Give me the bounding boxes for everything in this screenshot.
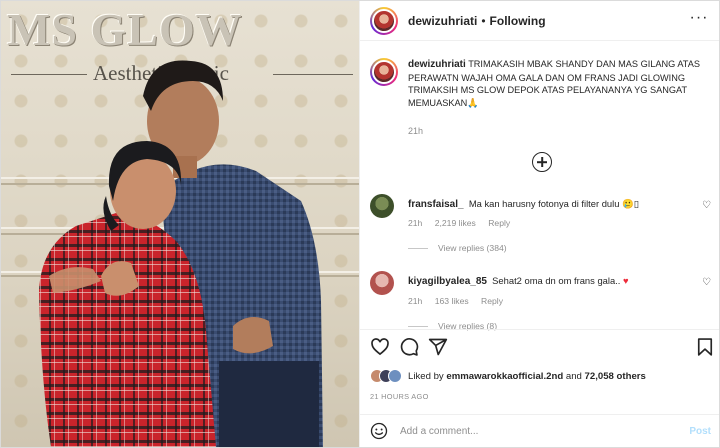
post-photo[interactable]: MS GLOW Aesthetic Clinic bbox=[1, 1, 359, 447]
photo-people-illustration bbox=[39, 60, 323, 447]
comment-meta: 21h 163 likes Reply bbox=[408, 296, 513, 306]
comment-time[interactable]: 21h bbox=[408, 218, 422, 228]
liked-by-user[interactable]: emmawarokkaofficial.2nd bbox=[446, 371, 563, 382]
post-comment-button[interactable]: Post bbox=[689, 426, 711, 437]
author-avatar[interactable] bbox=[370, 6, 398, 35]
post-timestamp[interactable]: 21 HOURS AGO bbox=[370, 392, 429, 401]
comment-like-heart-icon[interactable]: ♡ bbox=[702, 277, 711, 288]
author-username[interactable]: dewizuhriati bbox=[408, 14, 477, 28]
comment-item: fransfaisal_ Ma kan harusny fotonya di f… bbox=[370, 194, 715, 258]
post-header: dewizuhriati • Following ··· bbox=[360, 1, 719, 41]
speech-bubble-icon[interactable] bbox=[399, 337, 419, 357]
comment-text-line: fransfaisal_ Ma kan harusny fotonya di f… bbox=[408, 198, 639, 210]
liker-avatar bbox=[388, 369, 402, 383]
likes-others[interactable]: 72,058 others bbox=[585, 371, 646, 382]
comment-emoji: ♥ bbox=[622, 275, 629, 286]
following-button[interactable]: Following bbox=[490, 14, 546, 28]
comment-emoji: 🥲 bbox=[622, 198, 634, 209]
commenter-avatar[interactable] bbox=[370, 271, 394, 295]
paper-plane-icon[interactable] bbox=[428, 337, 448, 357]
comment-text-line: kiyagilbyalea_85 Sehat2 oma dn om frans … bbox=[408, 275, 629, 287]
instagram-post: MS GLOW Aesthetic Clinic bbox=[0, 0, 720, 448]
caption-username[interactable]: dewizuhriati bbox=[408, 59, 466, 70]
comment-unknown-glyph: ▯ bbox=[633, 198, 639, 209]
add-comment-input[interactable]: Add a comment... bbox=[400, 426, 689, 437]
caption-time[interactable]: 21h bbox=[408, 126, 423, 136]
view-replies-button[interactable]: View replies (384) bbox=[408, 243, 507, 253]
comment-reply-button[interactable]: Reply bbox=[488, 218, 510, 228]
caption-body: dewizuhriati TRIMAKASIH MBAK SHANDY DAN … bbox=[408, 58, 715, 109]
bookmark-icon[interactable] bbox=[696, 337, 714, 357]
post-caption: dewizuhriati TRIMAKASIH MBAK SHANDY DAN … bbox=[370, 58, 715, 109]
caption-author-avatar[interactable] bbox=[370, 58, 398, 86]
post-details-panel: dewizuhriati • Following ··· dewizuhriat… bbox=[359, 1, 719, 447]
comment-time[interactable]: 21h bbox=[408, 296, 422, 306]
comment-meta: 21h 2,219 likes Reply bbox=[408, 218, 520, 228]
likes-text: Liked by emmawarokkaofficial.2nd and 72,… bbox=[408, 371, 646, 382]
likes-prefix: Liked by bbox=[408, 370, 447, 382]
header-separator: • bbox=[481, 13, 486, 28]
heart-outline-icon[interactable] bbox=[370, 337, 390, 357]
plus-circle-icon[interactable] bbox=[532, 152, 552, 172]
commenter-username[interactable]: fransfaisal_ bbox=[408, 199, 464, 210]
likes-summary: Liked by emmawarokkaofficial.2nd and 72,… bbox=[370, 369, 646, 383]
more-options-icon[interactable]: ··· bbox=[689, 10, 709, 26]
commenter-username[interactable]: kiyagilbyalea_85 bbox=[408, 276, 487, 287]
comment-reply-button[interactable]: Reply bbox=[481, 296, 503, 306]
comment-likes[interactable]: 163 likes bbox=[435, 296, 469, 306]
comment-like-heart-icon[interactable]: ♡ bbox=[702, 200, 711, 211]
comment-text: Sehat2 oma dn om frans gala.. bbox=[492, 275, 621, 286]
comment-likes[interactable]: 2,219 likes bbox=[435, 218, 476, 228]
smiley-icon[interactable] bbox=[370, 422, 388, 440]
commenter-avatar[interactable] bbox=[370, 194, 394, 218]
post-actions-bar bbox=[370, 337, 715, 359]
add-comment-bar: Add a comment... Post bbox=[360, 414, 719, 447]
actions-divider bbox=[360, 329, 719, 330]
caption-emoji: 🙏 bbox=[467, 97, 479, 108]
comment-item: kiyagilbyalea_85 Sehat2 oma dn om frans … bbox=[370, 271, 715, 331]
comment-text: Ma kan harusny fotonya di filter dulu bbox=[468, 198, 620, 209]
likes-middle: and bbox=[563, 370, 585, 382]
